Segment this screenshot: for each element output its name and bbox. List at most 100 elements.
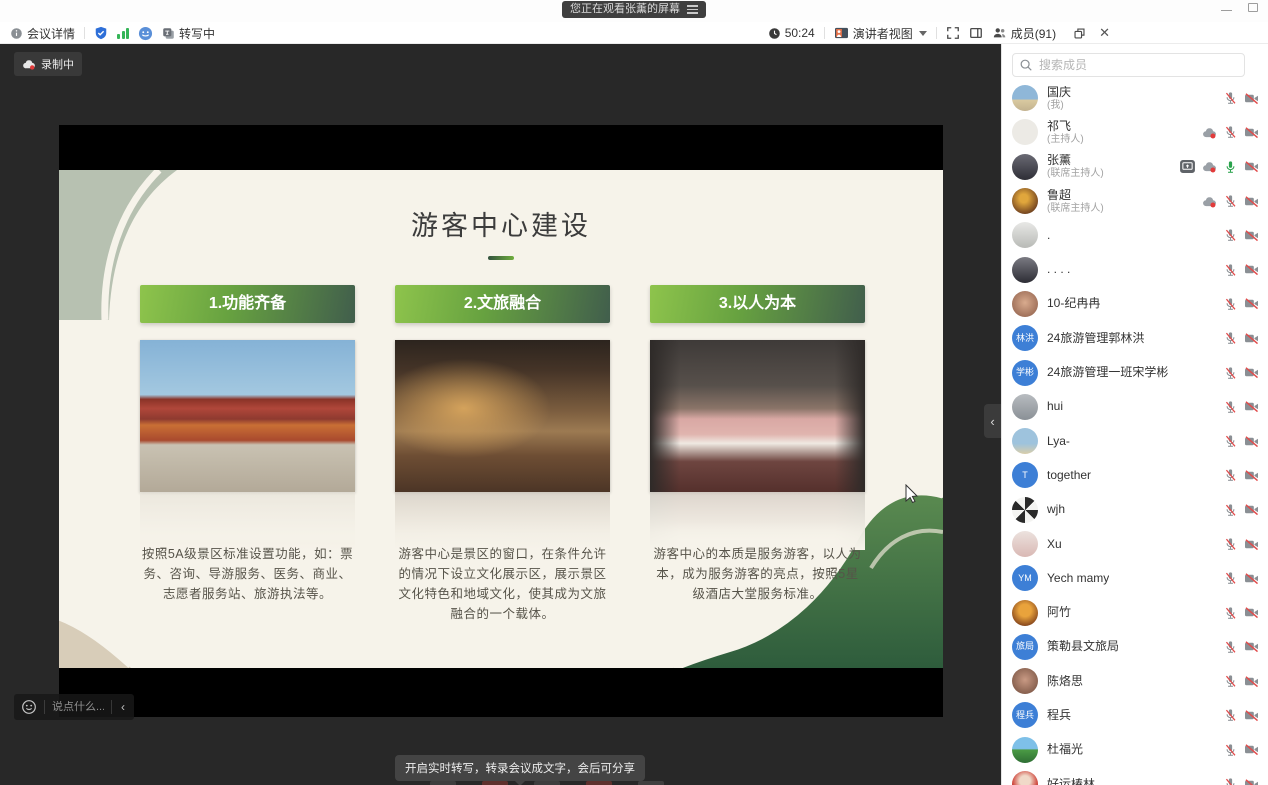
mic-off-icon [1224, 503, 1237, 517]
member-row[interactable]: . . . . [1002, 252, 1268, 286]
transcribing-status[interactable]: 转写中 [162, 25, 215, 42]
member-row[interactable]: 程兵 程兵 [1002, 698, 1268, 732]
photo-bookstore-interior [395, 340, 610, 492]
maximize-button[interactable] [1248, 3, 1258, 12]
recording-badge[interactable]: 录制中 [14, 52, 82, 76]
member-row[interactable]: 国庆 (我) [1002, 81, 1268, 115]
camera-off-icon [1244, 332, 1259, 345]
members-button[interactable]: 成员(91) [992, 25, 1056, 42]
security-shield-icon [94, 26, 108, 40]
member-name: together [1047, 469, 1091, 482]
member-list: 国庆 (我) [1002, 81, 1268, 785]
photo-reflection [395, 492, 610, 550]
meeting-app-icon [138, 26, 153, 41]
member-name: Lya- [1047, 435, 1070, 448]
member-avatar: T [1012, 462, 1038, 488]
layout-button[interactable] [969, 26, 983, 40]
column-body-text: 游客中心的本质是服务游客，以人为本，成为服务游客的亮点，按照5星级酒店大堂服务标… [650, 544, 865, 604]
member-row[interactable]: hui [1002, 390, 1268, 424]
side-panel-layout-icon [969, 26, 983, 40]
timer-value: 50:24 [785, 26, 815, 40]
slide-column: 2.文旅融合 游客中心是景区的窗口，在条件允许的情况下设立文化展示区，展示景区文… [395, 285, 610, 624]
member-row[interactable]: . [1002, 218, 1268, 252]
member-avatar [1012, 497, 1038, 523]
meeting-details-button[interactable]: 会议详情 [10, 25, 75, 42]
security-shield-button[interactable] [94, 26, 108, 40]
view-mode-dropdown[interactable]: 演讲者视图 [834, 25, 927, 42]
member-row[interactable]: 鲁超 (联席主持人) [1002, 184, 1268, 218]
column-body-text: 按照5A级景区标准设置功能，如：票务、咨询、导游服务、医务、商业、志愿者服务站、… [140, 544, 355, 604]
cloud-recording-icon [1202, 195, 1217, 208]
divider [44, 700, 45, 714]
member-row[interactable]: 张薰 (联席主持人) [1002, 150, 1268, 184]
divider [84, 27, 85, 39]
mic-off-icon [1224, 571, 1237, 585]
fullscreen-button[interactable] [946, 26, 960, 40]
transcribing-icon [162, 27, 175, 40]
photo-staff-lineup-hall [650, 340, 865, 492]
timer-icon [768, 27, 781, 40]
member-row[interactable]: 学彬 24旅游管理一班宋学彬 [1002, 355, 1268, 389]
meeting-app-button[interactable] [138, 26, 153, 41]
member-avatar [1012, 531, 1038, 557]
member-row[interactable]: 陈烙思 [1002, 664, 1268, 698]
member-row[interactable]: 旅局 策勒县文旅局 [1002, 630, 1268, 664]
emoji-icon[interactable] [21, 699, 37, 715]
slide-corner-decoration-bottomleft [59, 606, 131, 668]
member-name: 鲁超 [1047, 189, 1104, 202]
member-row[interactable]: 杜福光 [1002, 733, 1268, 767]
fullscreen-icon [946, 26, 960, 40]
shared-screen-video: 游客中心建设 1.功能齐备 按照5A级景区标准设置功能，如：票务、咨询、导游服务… [59, 125, 943, 717]
member-row[interactable]: 好运椿林 [1002, 767, 1268, 785]
network-quality-button[interactable] [117, 27, 129, 39]
camera-off-icon [1244, 675, 1259, 688]
member-avatar: 程兵 [1012, 702, 1038, 728]
members-panel: 国庆 (我) [1001, 44, 1268, 785]
mic-off-icon [1224, 125, 1237, 139]
meeting-toolbar: 会议详情 转写中 50:24 [0, 22, 1268, 44]
chat-collapse-button[interactable]: ‹ [119, 701, 127, 713]
member-avatar [1012, 85, 1038, 111]
photo-reflection [140, 492, 355, 550]
camera-off-icon [1244, 606, 1259, 619]
camera-off-icon [1244, 263, 1259, 276]
close-icon: ✕ [1099, 25, 1110, 41]
members-icon [992, 26, 1007, 40]
member-row[interactable]: 祁飞 (主持人) [1002, 115, 1268, 149]
view-mode-label: 演讲者视图 [853, 25, 913, 42]
member-row[interactable]: 林洪 24旅游管理郭林洪 [1002, 321, 1268, 355]
chat-input[interactable] [52, 701, 104, 713]
camera-off-icon [1244, 126, 1259, 139]
watching-screen-banner: 您正在观看张薰的屏幕 [562, 1, 706, 18]
panel-popout-button[interactable] [1073, 27, 1086, 40]
panel-close-button[interactable]: ✕ [1099, 25, 1110, 41]
search-members-input[interactable] [1012, 53, 1245, 77]
member-name: Xu [1047, 538, 1062, 551]
info-icon [10, 27, 23, 40]
mic-off-icon [1224, 91, 1237, 105]
member-name: 10-纪冉冉 [1047, 297, 1100, 310]
member-row[interactable]: wjh [1002, 493, 1268, 527]
cloud-recording-icon [22, 59, 36, 70]
panel-collapse-handle[interactable]: ‹ [984, 404, 1001, 438]
member-row[interactable]: YM Yech mamy [1002, 561, 1268, 595]
camera-off-icon [1244, 778, 1259, 785]
mic-off-icon [1224, 194, 1237, 208]
member-row[interactable]: T together [1002, 458, 1268, 492]
member-row[interactable]: Lya- [1002, 424, 1268, 458]
mic-off-icon [1224, 537, 1237, 551]
camera-off-icon [1244, 92, 1259, 105]
member-avatar [1012, 737, 1038, 763]
member-avatar [1012, 428, 1038, 454]
member-row[interactable]: Xu [1002, 527, 1268, 561]
member-row[interactable]: 10-纪冉冉 [1002, 287, 1268, 321]
camera-off-icon [1244, 503, 1259, 516]
member-avatar: YM [1012, 565, 1038, 591]
mic-off-icon [1224, 331, 1237, 345]
minimize-button[interactable] [1221, 10, 1232, 12]
slide-column: 3.以人为本 游客中心的本质是服务游客，以人为本，成为服务游客的亮点，按照5星级… [650, 285, 865, 624]
member-row[interactable]: 阿竹 [1002, 595, 1268, 629]
banner-menu-icon[interactable] [687, 3, 698, 16]
member-avatar [1012, 600, 1038, 626]
member-avatar [1012, 119, 1038, 145]
